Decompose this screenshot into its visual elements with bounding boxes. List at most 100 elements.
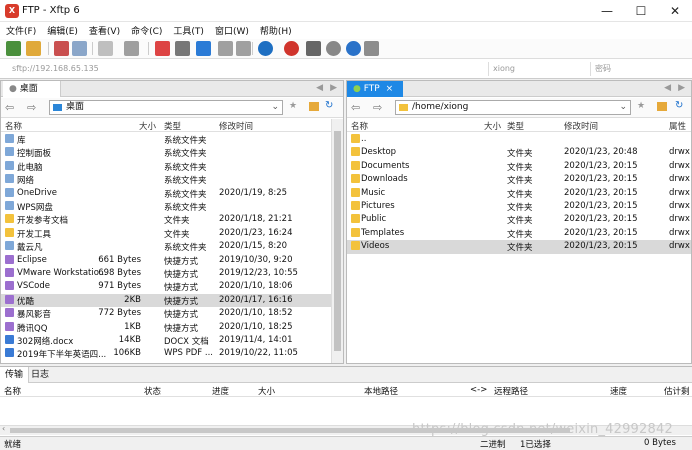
col-eta[interactable]: 估计剩 — [664, 385, 690, 397]
menu-file[interactable]: 文件(F) — [1, 22, 41, 39]
local-scrollbar[interactable] — [331, 119, 343, 363]
refresh-icon[interactable]: ↻ — [675, 100, 683, 111]
col-speed[interactable]: 速度 — [610, 385, 627, 397]
table-row[interactable]: 2019年下半年英语四... 106KB WPS PDF ... 2019/10/22… — [1, 347, 331, 360]
star-icon[interactable]: ★ — [637, 101, 645, 111]
username-input[interactable]: xiong — [488, 62, 580, 76]
view-icon[interactable] — [124, 41, 139, 56]
table-row[interactable]: 库 系统文件夹 — [1, 133, 331, 146]
tab-log[interactable]: 日志 — [26, 367, 54, 383]
table-row[interactable]: 暴风影音 772 Bytes 快捷方式 2020/1/10, 18:52 — [1, 307, 331, 320]
tab-ftp[interactable]: ● FTP × — [347, 81, 403, 97]
status-mode[interactable]: 二进制 — [480, 438, 506, 450]
gear-icon[interactable] — [326, 41, 341, 56]
table-row[interactable]: 302网络.docx 14KB DOCX 文档 2019/11/4, 14:01 — [1, 334, 331, 347]
open-folder-icon[interactable] — [26, 41, 41, 56]
table-row[interactable]: Eclipse 661 Bytes 快捷方式 2019/10/30, 9:20 — [1, 254, 331, 267]
forward-arrow-icon[interactable]: ⇨ — [373, 101, 382, 114]
col-name[interactable]: 名称 — [351, 120, 368, 132]
table-row[interactable]: VMware Workstatio... 698 Bytes 快捷方式 2019/12… — [1, 267, 331, 280]
table-row[interactable]: Downloads 文件夹 2020/1/23, 20:15 drwx — [347, 173, 691, 186]
script-icon[interactable] — [306, 41, 321, 56]
chevron-down-icon[interactable]: ⌄ — [619, 101, 627, 114]
col-remote-path[interactable]: 远程路径 — [494, 385, 528, 397]
tab-next-icon[interactable]: ▶ — [678, 83, 685, 93]
local-scroll-thumb[interactable] — [334, 131, 341, 351]
table-row[interactable]: Desktop 文件夹 2020/1/23, 20:48 drwx — [347, 146, 691, 159]
tab-prev-icon[interactable]: ◀ — [316, 83, 323, 93]
table-row[interactable]: Videos 文件夹 2020/1/23, 20:15 drwx — [347, 240, 691, 254]
col-type[interactable]: 类型 — [507, 120, 524, 132]
table-row[interactable]: VSCode 971 Bytes 快捷方式 2020/1/10, 18:06 — [1, 280, 331, 293]
close-button[interactable]: ✕ — [658, 0, 692, 22]
col-name[interactable]: 名称 — [4, 385, 21, 397]
globe-icon[interactable] — [258, 41, 273, 56]
refresh-icon[interactable]: ↻ — [325, 100, 333, 111]
table-row[interactable]: Public 文件夹 2020/1/23, 20:15 drwx — [347, 213, 691, 226]
chevron-down-icon[interactable]: ⌄ — [271, 101, 279, 114]
copy-icon[interactable] — [218, 41, 233, 56]
table-row[interactable]: Documents 文件夹 2020/1/23, 20:15 drwx — [347, 160, 691, 173]
menu-help[interactable]: 帮助(H) — [255, 22, 297, 39]
col-size[interactable]: 大小 — [139, 120, 156, 132]
table-row[interactable]: 优酷 2KB 快捷方式 2020/1/17, 16:16 — [1, 293, 331, 308]
col-modified[interactable]: 修改时间 — [564, 120, 598, 132]
col-name[interactable]: 名称 — [5, 120, 22, 132]
col-type[interactable]: 类型 — [164, 120, 181, 132]
table-row[interactable]: .. — [347, 133, 691, 146]
folder-up-icon[interactable] — [657, 102, 667, 111]
table-row[interactable]: Music 文件夹 2020/1/23, 20:15 drwx — [347, 187, 691, 200]
menu-tools[interactable]: 工具(T) — [168, 22, 209, 39]
table-row[interactable]: 网络 系统文件夹 — [1, 173, 331, 186]
table-row[interactable]: Templates 文件夹 2020/1/23, 20:15 drwx — [347, 227, 691, 240]
col-modified[interactable]: 修改时间 — [219, 120, 253, 132]
folder-up-icon[interactable] — [309, 102, 319, 111]
new-session-icon[interactable] — [6, 41, 21, 56]
minimize-button[interactable]: — — [590, 0, 624, 22]
col-status[interactable]: 状态 — [144, 385, 161, 397]
cut-icon[interactable] — [155, 41, 170, 56]
help-icon[interactable] — [346, 41, 361, 56]
disconnect-icon[interactable] — [54, 41, 69, 56]
table-row[interactable]: 腾讯QQ 1KB 快捷方式 2020/1/10, 18:25 — [1, 321, 331, 334]
menu-window[interactable]: 窗口(W) — [210, 22, 254, 39]
table-row[interactable]: 开发参考文档 文件夹 2020/1/18, 21:21 — [1, 213, 331, 226]
tab-transfer[interactable]: 传输 — [0, 367, 30, 383]
col-attributes[interactable]: 属性 — [669, 120, 686, 132]
back-arrow-icon[interactable]: ⇦ — [351, 101, 360, 114]
password-input[interactable]: 密码 — [590, 62, 686, 76]
table-row[interactable]: 开发工具 文件夹 2020/1/23, 16:24 — [1, 227, 331, 240]
new-folder-icon[interactable] — [98, 41, 113, 56]
table-row[interactable]: 此电脑 系统文件夹 — [1, 160, 331, 173]
reconnect-icon[interactable] — [72, 41, 87, 56]
local-path-input[interactable]: 桌面 ⌄ — [49, 100, 283, 115]
menu-edit[interactable]: 编辑(E) — [42, 22, 83, 39]
col-progress[interactable]: 进度 — [212, 385, 229, 397]
tab-next-icon[interactable]: ▶ — [330, 83, 337, 93]
tab-desktop[interactable]: ● 桌面 — [3, 81, 61, 97]
host-input[interactable]: sftp://192.168.65.135 — [8, 62, 478, 76]
tab-close-icon[interactable]: × — [386, 84, 394, 94]
about-icon[interactable] — [364, 41, 379, 56]
scroll-left-icon[interactable]: ‹ — [2, 424, 5, 433]
remote-path-input[interactable]: /home/xiong ⌄ — [395, 100, 631, 115]
star-icon[interactable]: ★ — [289, 101, 297, 111]
col-local-path[interactable]: 本地路径 — [364, 385, 398, 397]
table-row[interactable]: WPS网盘 系统文件夹 — [1, 200, 331, 213]
table-row[interactable]: 控制面板 系统文件夹 — [1, 146, 331, 159]
maximize-button[interactable]: ☐ — [624, 0, 658, 22]
forward-arrow-icon[interactable]: ⇨ — [27, 101, 36, 114]
properties-icon[interactable] — [175, 41, 190, 56]
col-size[interactable]: 大小 — [484, 120, 501, 132]
tab-prev-icon[interactable]: ◀ — [664, 83, 671, 93]
table-row[interactable]: OneDrive 系统文件夹 2020/1/19, 8:25 — [1, 187, 331, 200]
col-size[interactable]: 大小 — [258, 385, 275, 397]
menu-view[interactable]: 查看(V) — [84, 22, 125, 39]
col-direction[interactable]: <-> — [470, 385, 487, 395]
table-row[interactable]: 戴云凡 系统文件夹 2020/1/15, 8:20 — [1, 240, 331, 253]
paste-icon[interactable] — [236, 41, 251, 56]
table-row[interactable]: Pictures 文件夹 2020/1/23, 20:15 drwx — [347, 200, 691, 213]
back-arrow-icon[interactable]: ⇦ — [5, 101, 14, 114]
sync-icon[interactable] — [196, 41, 211, 56]
xshell-icon[interactable] — [284, 41, 299, 56]
